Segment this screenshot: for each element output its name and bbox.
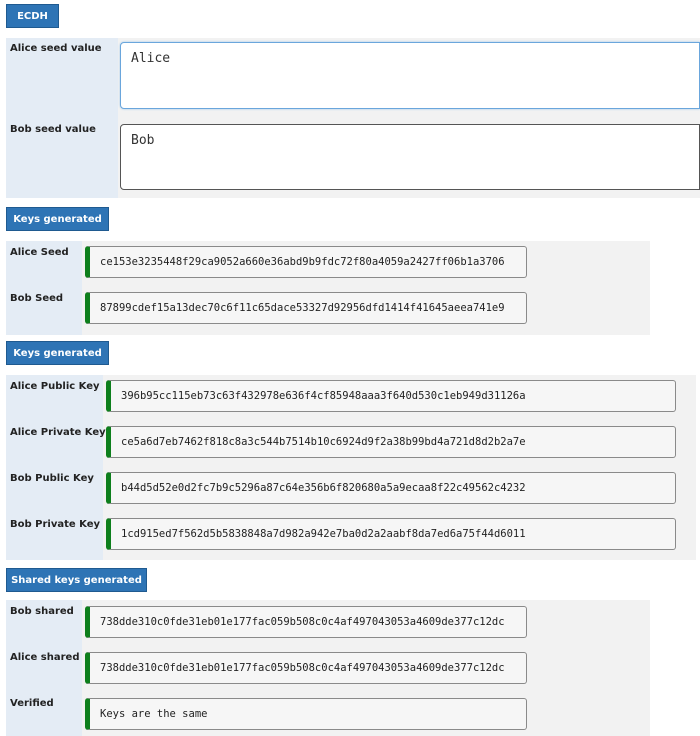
keys-panel: Alice Public Key Alice Private Key Bob P… [6,375,696,560]
bob-seed-input[interactable]: Bob [120,124,700,190]
bob-public-key-output[interactable]: b44d5d52e0d2fc7b9c5296a87c64e356b6f82068… [106,472,676,504]
alice-seed-output[interactable]: ce153e3235448f29ca9052a660e36abd9b9fdc72… [85,246,527,278]
keys-section-header: Keys generated [6,341,109,365]
alice-private-key-label: Alice Private Key [10,427,106,438]
shared-label-column [6,600,82,736]
bob-seed-label: Bob seed value [10,124,96,135]
alice-shared-label: Alice shared [10,652,79,663]
shared-panel: Bob shared Alice shared Verified 738dde3… [6,600,650,736]
bob-private-key-label: Bob Private Key [10,519,100,530]
bob-seed-output[interactable]: 87899cdef15a13dec70c6f11c65dace53327d929… [85,292,527,324]
verified-label: Verified [10,698,54,709]
alice-public-key-output[interactable]: 396b95cc115eb73c63f432978e636f4cf85948aa… [106,380,676,412]
bob-shared-output[interactable]: 738dde310c0fde31eb01e177fac059b508c0c4af… [85,606,527,638]
bob-shared-label: Bob shared [10,606,74,617]
alice-seed-label: Alice seed value [10,43,102,54]
bob-seed-output-label: Bob Seed [10,293,63,304]
bob-public-key-label: Bob Public Key [10,473,94,484]
alice-shared-output[interactable]: 738dde310c0fde31eb01e177fac059b508c0c4af… [85,652,527,684]
ecdh-seed-panel: Alice seed value Bob seed value Alice Bo… [6,38,700,198]
verified-output[interactable]: Keys are the same [85,698,527,730]
alice-seed-input[interactable]: Alice [120,42,700,109]
alice-seed-output-label: Alice Seed [10,247,69,258]
ecdh-label-column [6,38,118,198]
shared-title: Shared keys generated [11,575,142,586]
ecdh-title: ECDH [17,11,48,22]
seeds-panel: Alice Seed Bob Seed ce153e3235448f29ca90… [6,241,650,335]
shared-section-header: Shared keys generated [6,568,147,592]
keys-title: Keys generated [13,348,102,359]
seeds-title: Keys generated [13,214,102,225]
bob-private-key-output[interactable]: 1cd915ed7f562d5b5838848a7d982a942e7ba0d2… [106,518,676,550]
ecdh-section-header: ECDH [6,4,59,28]
alice-public-key-label: Alice Public Key [10,381,100,392]
alice-private-key-output[interactable]: ce5a6d7eb7462f818c8a3c544b7514b10c6924d9… [106,426,676,458]
keys-label-column [6,375,103,560]
seeds-section-header: Keys generated [6,207,109,231]
